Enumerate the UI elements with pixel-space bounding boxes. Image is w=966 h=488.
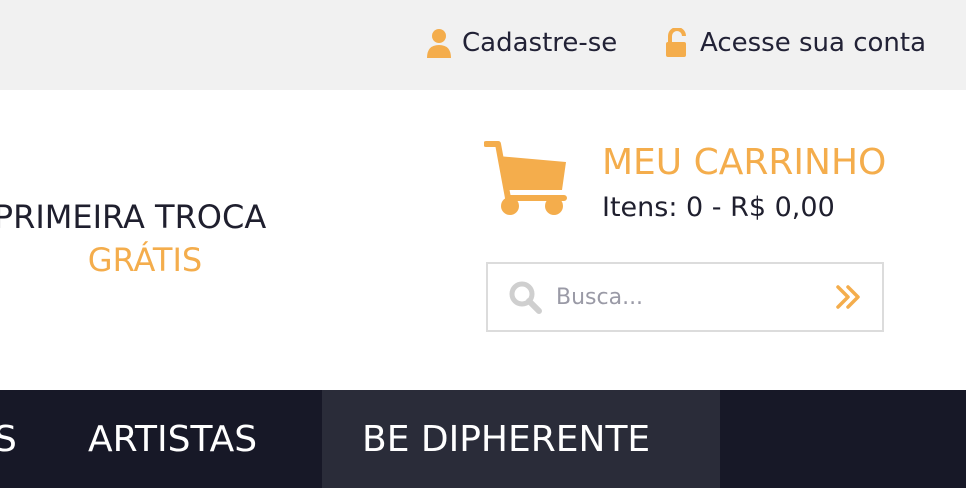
- nav-item-be-dipherente[interactable]: BE DIPHERENTE: [322, 390, 720, 488]
- nav-item-artistas[interactable]: ARTISTAS: [88, 390, 257, 488]
- login-link[interactable]: Acesse sua conta: [664, 28, 926, 58]
- search-icon: [509, 281, 542, 314]
- cart-summary: Itens: 0 - R$ 0,00: [602, 192, 835, 223]
- search-input[interactable]: [556, 278, 806, 316]
- top-bar: Cadastre-se Acesse sua conta: [0, 0, 966, 90]
- search-box: [486, 262, 884, 332]
- login-label: Acesse sua conta: [700, 28, 927, 58]
- cart-widget[interactable]: MEU CARRINHO Itens: 0 - R$ 0,00: [484, 140, 924, 230]
- nav-item-partial[interactable]: S: [0, 390, 17, 488]
- promo-banner: PRIMEIRA TROCA GRÁTIS: [0, 198, 290, 280]
- double-chevron-right-icon[interactable]: [832, 280, 866, 314]
- register-link[interactable]: Cadastre-se: [426, 28, 617, 58]
- unlock-icon: [666, 28, 686, 57]
- cart-title: MEU CARRINHO: [602, 142, 887, 183]
- cart-icon: [484, 141, 567, 215]
- promo-line-1: PRIMEIRA TROCA: [0, 198, 267, 236]
- main-nav: S ARTISTAS BE DIPHERENTE: [0, 390, 966, 488]
- promo-line-2: GRÁTIS: [87, 241, 203, 280]
- register-label: Cadastre-se: [462, 28, 618, 58]
- user-icon: [427, 29, 451, 58]
